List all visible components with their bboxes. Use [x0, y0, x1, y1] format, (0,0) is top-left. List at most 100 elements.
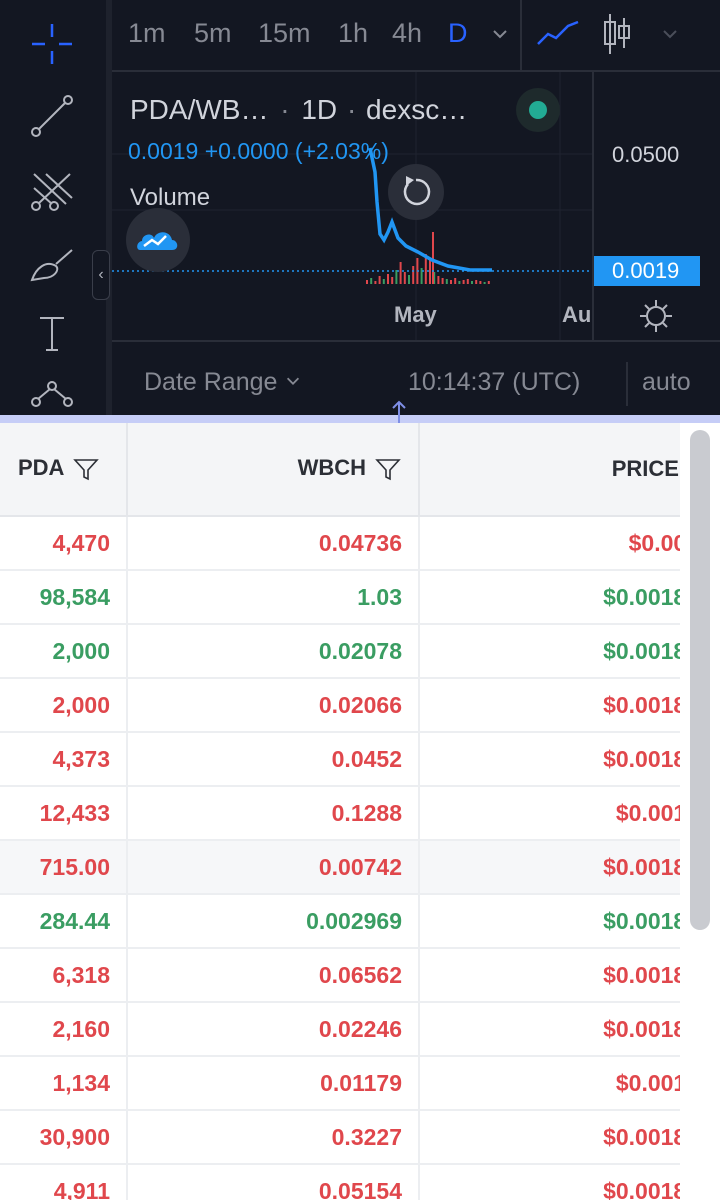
volume-bar [458, 281, 461, 284]
header-label: PDA [18, 454, 65, 480]
crosshair-icon[interactable] [26, 18, 78, 70]
volume-bar [462, 280, 465, 284]
trades-table-container[interactable]: PDA WBCH PRICE 4,4700.04736$0.00198,5841… [0, 423, 680, 1200]
table-row[interactable]: 2,0000.02066$0.00182 [0, 678, 680, 733]
cell-pda: 4,911 [0, 1164, 128, 1200]
timeframe-15m[interactable]: 15m [258, 18, 311, 49]
tradingview-logo-icon[interactable] [126, 208, 190, 272]
chevron-down-icon[interactable] [490, 24, 510, 44]
cell-wbch: 0.02066 [127, 678, 420, 733]
cell-price: $0.001 [419, 516, 680, 571]
volume-bar [454, 278, 457, 284]
scrollbar-thumb[interactable] [690, 430, 710, 930]
volume-bar [487, 281, 490, 284]
pattern-icon[interactable] [26, 372, 78, 415]
toolbar-separator [520, 0, 522, 72]
cell-wbch: 0.02246 [127, 1002, 420, 1057]
chart-type-chevron-icon[interactable] [660, 24, 680, 44]
volume-bar [432, 232, 434, 284]
cell-wbch: 1.03 [127, 570, 420, 625]
cell-pda: 2,000 [0, 678, 128, 733]
volume-bar [403, 272, 406, 284]
table-row[interactable]: 4,3730.0452$0.00182 [0, 732, 680, 787]
header-pda[interactable]: PDA [0, 423, 128, 517]
cell-wbch: 0.002969 [127, 894, 420, 949]
header-label: WBCH [297, 454, 366, 480]
trades-table: PDA WBCH PRICE 4,4700.04736$0.00198,5841… [0, 423, 680, 1200]
timeframe-1m[interactable]: 1m [128, 18, 166, 49]
table-row[interactable]: 30,9000.3227$0.00185 [0, 1110, 680, 1165]
cell-price: $0.00183 [419, 1164, 680, 1200]
source-label: dexsc… [366, 94, 468, 125]
volume-bar [382, 279, 385, 284]
cell-price: $0.00186 [419, 894, 680, 949]
filter-icon[interactable] [374, 455, 402, 483]
table-row[interactable]: 284.440.002969$0.00186 [0, 894, 680, 949]
cell-price: $0.00184 [419, 1002, 680, 1057]
table-row[interactable]: 2,1600.02246$0.00184 [0, 1002, 680, 1057]
cell-pda: 4,373 [0, 732, 128, 787]
timeframe-1h[interactable]: 1h [338, 18, 368, 49]
cell-pda: 30,900 [0, 1110, 128, 1165]
utc-clock: 10:14:37 (UTC) [408, 368, 581, 396]
market-status[interactable] [516, 88, 560, 132]
volume-bar [479, 281, 482, 284]
table-row[interactable]: 4,9110.05154$0.00183 [0, 1164, 680, 1200]
header-wbch[interactable]: WBCH [127, 423, 420, 517]
cell-pda: 4,470 [0, 516, 128, 571]
cell-wbch: 0.05154 [127, 1164, 420, 1200]
cell-pda: 12,433 [0, 786, 128, 841]
header-label: PRICE [611, 456, 679, 481]
volume-bar [366, 280, 368, 284]
time-axis[interactable]: May Au [112, 288, 592, 340]
volume-bar [466, 279, 469, 284]
table-row[interactable]: 6,3180.06562$0.00185 [0, 948, 680, 1003]
trend-line-icon[interactable] [26, 90, 78, 142]
volume-bar [370, 278, 373, 284]
cell-wbch: 0.01179 [127, 1056, 420, 1111]
date-range-button[interactable]: Date Range [144, 368, 302, 397]
table-row[interactable]: 2,0000.02078$0.00184 [0, 624, 680, 679]
table-row[interactable]: 12,4330.1288$0.0018 [0, 786, 680, 841]
cell-pda: 715.00 [0, 840, 128, 895]
text-tool-icon[interactable] [26, 308, 78, 360]
auto-scale-button[interactable]: auto [642, 368, 691, 397]
brush-icon[interactable] [26, 238, 78, 290]
cell-price: $0.00182 [419, 678, 680, 733]
volume-bar [391, 277, 394, 284]
panel-resize-bar[interactable] [0, 415, 720, 423]
collapse-toolbar-button[interactable]: ‹ [92, 250, 110, 300]
volume-bar [412, 266, 415, 284]
cell-wbch: 0.04736 [127, 516, 420, 571]
interval-label: 1D [301, 94, 338, 125]
header-price[interactable]: PRICE [419, 423, 680, 517]
volume-bar [395, 270, 398, 284]
timeframe-5m[interactable]: 5m [194, 18, 232, 49]
cell-wbch: 0.1288 [127, 786, 420, 841]
current-price-tag: 0.0019 [594, 256, 700, 286]
settings-gear-icon[interactable] [636, 296, 676, 336]
reset-chart-button[interactable] [388, 164, 444, 220]
volume-bar [441, 278, 444, 284]
table-row[interactable]: 4,4700.04736$0.001 [0, 516, 680, 571]
status-dot-icon [529, 101, 547, 119]
chart-widget: ‹ 1m 5m 15m 1h 4h D PDA/WB… · 1D · dexsc… [0, 0, 720, 415]
cell-pda: 2,000 [0, 624, 128, 679]
candles-icon[interactable] [602, 12, 632, 56]
timeframe-d[interactable]: D [448, 18, 468, 49]
pitchfork-icon[interactable] [26, 164, 78, 216]
table-row[interactable]: 1,1340.01179$0.0018 [0, 1056, 680, 1111]
drawing-toolbar [0, 0, 106, 415]
cell-wbch: 0.00742 [127, 840, 420, 895]
line-chart-icon[interactable] [536, 16, 580, 52]
cell-pda: 98,584 [0, 570, 128, 625]
table-row[interactable]: 715.000.00742$0.00185 [0, 840, 680, 895]
volume-bar [450, 280, 452, 284]
filter-icon[interactable] [72, 455, 100, 483]
cell-pda: 2,160 [0, 1002, 128, 1057]
chart-legend-title: PDA/WB… · 1D · dexsc… [130, 94, 468, 125]
timeframe-4h[interactable]: 4h [392, 18, 422, 49]
table-row[interactable]: 98,5841.03$0.00187 [0, 570, 680, 625]
reset-icon [403, 176, 431, 206]
chart-bottom-bar: Date Range 10:14:37 (UTC) auto [112, 340, 720, 415]
